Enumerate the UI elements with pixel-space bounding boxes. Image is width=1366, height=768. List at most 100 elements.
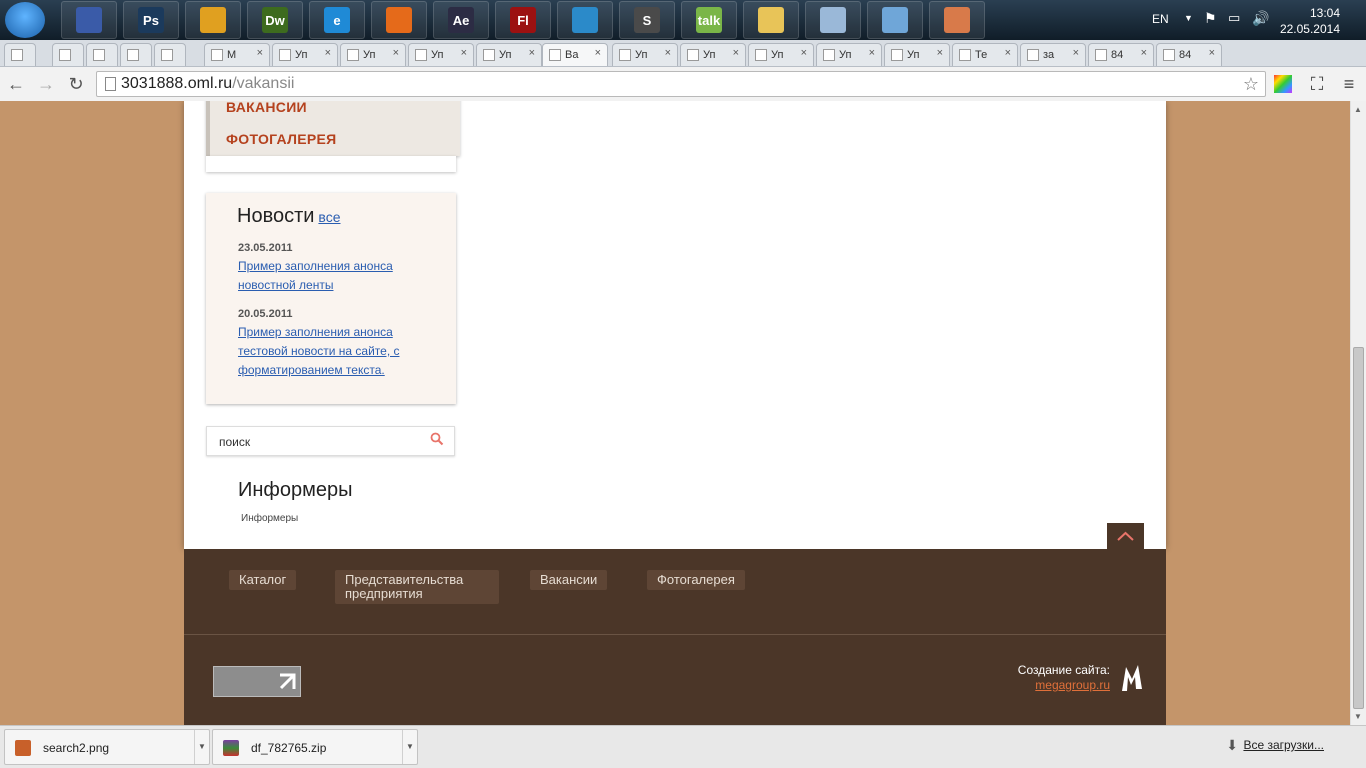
- screen-capture-icon[interactable]: ⛶: [1306, 73, 1328, 95]
- network-icon[interactable]: ▭: [1228, 10, 1240, 26]
- download-item-2[interactable]: df_782765.zip ▼: [212, 729, 418, 765]
- scroll-to-top-button[interactable]: [1107, 523, 1144, 549]
- chrome-menu-icon[interactable]: ≡: [1338, 73, 1360, 95]
- search-input[interactable]: [217, 432, 421, 452]
- scroll-down-arrow-icon[interactable]: ▼: [1354, 712, 1362, 721]
- volume-icon[interactable]: 🔊: [1252, 10, 1269, 27]
- tab-close-icon[interactable]: ×: [801, 47, 807, 59]
- photoshop-app[interactable]: Ps: [123, 1, 179, 39]
- language-dropdown-icon[interactable]: ▼: [1184, 13, 1193, 23]
- url-path: /vakansii: [232, 75, 295, 92]
- download-item-1[interactable]: search2.png ▼: [4, 729, 210, 765]
- paint-app[interactable]: [929, 1, 985, 39]
- firefox-app[interactable]: [371, 1, 427, 39]
- tab-favicon-icon: [279, 49, 291, 61]
- browser-tab[interactable]: 84 ×: [1088, 43, 1154, 66]
- back-button[interactable]: ←: [4, 72, 28, 96]
- sublime-app[interactable]: S: [619, 1, 675, 39]
- browser-tab[interactable]: [4, 43, 36, 66]
- browser-tab[interactable]: Уп ×: [272, 43, 338, 66]
- language-indicator[interactable]: EN: [1152, 12, 1169, 26]
- explorer-app[interactable]: [743, 1, 799, 39]
- browser-tab[interactable]: [86, 43, 118, 66]
- news-link-2[interactable]: Пример заполнения анонса тестовой новост…: [238, 323, 428, 380]
- calculator-app[interactable]: [805, 1, 861, 39]
- menu-item-vacancies[interactable]: ВАКАНСИИ: [226, 101, 307, 115]
- browser-tab[interactable]: Ва ×: [542, 43, 608, 66]
- page-scrollbar[interactable]: ▲ ▼: [1350, 101, 1366, 725]
- all-downloads-link[interactable]: Все загрузки...: [1243, 738, 1324, 752]
- aftereffects-app[interactable]: Ae: [433, 1, 489, 39]
- reload-button[interactable]: ↻: [64, 72, 88, 96]
- browser-tab[interactable]: Уп ×: [884, 43, 950, 66]
- browser-tab[interactable]: Уп ×: [748, 43, 814, 66]
- tab-close-icon[interactable]: ×: [393, 47, 399, 59]
- credit-link[interactable]: megagroup.ru: [1035, 678, 1110, 692]
- tab-close-icon[interactable]: ×: [665, 47, 671, 59]
- tab-close-icon[interactable]: ×: [733, 47, 739, 59]
- clock[interactable]: 13:04 22.05.2014: [1280, 5, 1340, 37]
- news-all-link[interactable]: все: [318, 209, 340, 225]
- browser-tab[interactable]: Уп ×: [612, 43, 678, 66]
- tab-close-icon[interactable]: ×: [529, 47, 535, 59]
- footer-link-photogallery[interactable]: Фотогалерея: [647, 570, 745, 590]
- tab-close-icon[interactable]: ×: [1005, 47, 1011, 59]
- media-app-icon: [572, 7, 598, 33]
- browser-tab[interactable]: [120, 43, 152, 66]
- tab-close-icon[interactable]: ×: [461, 47, 467, 59]
- download-menu-1-icon[interactable]: ▼: [194, 730, 209, 764]
- footer-link-representatives[interactable]: Представительства предприятия: [335, 570, 499, 604]
- tab-close-icon[interactable]: ×: [325, 47, 331, 59]
- save-app[interactable]: [61, 1, 117, 39]
- save-app-icon: [76, 7, 102, 33]
- footer-link-catalog[interactable]: Каталог: [229, 570, 297, 590]
- news-link-1[interactable]: Пример заполнения анонса новостной ленты: [238, 257, 428, 295]
- tab-close-icon[interactable]: ×: [1073, 47, 1079, 59]
- dreamweaver-app[interactable]: Dw: [247, 1, 303, 39]
- start-button[interactable]: [5, 2, 45, 38]
- search-icon[interactable]: [430, 432, 444, 446]
- tab-close-icon[interactable]: ×: [1141, 47, 1147, 59]
- browser-tab[interactable]: 84 ×: [1156, 43, 1222, 66]
- bookmark-star-icon[interactable]: ☆: [1243, 72, 1259, 96]
- talk-app-icon: talk: [696, 7, 722, 33]
- credit-label: Создание сайта:: [1017, 663, 1110, 677]
- chrome-app[interactable]: [185, 1, 241, 39]
- tab-close-icon[interactable]: ×: [937, 47, 943, 59]
- flag-icon[interactable]: ⚑: [1204, 10, 1217, 27]
- menu-item-photogallery[interactable]: ФОТОГАЛЕРЕЯ: [226, 131, 336, 147]
- browser-tab[interactable]: [154, 43, 186, 66]
- talk-app[interactable]: talk: [681, 1, 737, 39]
- tab-close-icon[interactable]: ×: [869, 47, 875, 59]
- paint-app-icon: [944, 7, 970, 33]
- browser-tab[interactable]: Уп ×: [476, 43, 542, 66]
- browser-tab[interactable]: за ×: [1020, 43, 1086, 66]
- browser-tab[interactable]: Те ×: [952, 43, 1018, 66]
- tab-favicon-icon: [549, 49, 561, 61]
- color-extension-icon[interactable]: [1274, 75, 1292, 93]
- scroll-thumb[interactable]: [1353, 347, 1364, 709]
- page-icon: [105, 77, 116, 91]
- download-menu-2-icon[interactable]: ▼: [402, 730, 417, 764]
- flash-app[interactable]: Fl: [495, 1, 551, 39]
- browser-tab[interactable]: Уп ×: [340, 43, 406, 66]
- notepad-app[interactable]: [867, 1, 923, 39]
- counter-widget[interactable]: [213, 666, 301, 697]
- footer-link-vacancies[interactable]: Вакансии: [530, 570, 608, 590]
- browser-tab[interactable]: Уп ×: [408, 43, 474, 66]
- tab-title: Уп: [499, 49, 512, 61]
- media-app[interactable]: [557, 1, 613, 39]
- tab-close-icon[interactable]: ×: [1209, 47, 1215, 59]
- site-search: [206, 426, 455, 456]
- browser-tab[interactable]: [52, 43, 84, 66]
- address-bar[interactable]: 3031888.oml.ru/vakansii ☆: [96, 71, 1266, 97]
- tab-close-icon[interactable]: ×: [257, 47, 263, 59]
- scroll-up-arrow-icon[interactable]: ▲: [1354, 105, 1362, 114]
- megagroup-logo-icon[interactable]: [1118, 661, 1146, 695]
- browser-tab[interactable]: M ×: [204, 43, 270, 66]
- browser-tab[interactable]: Уп ×: [680, 43, 746, 66]
- browser-tab[interactable]: Уп ×: [816, 43, 882, 66]
- tab-close-icon[interactable]: ×: [595, 47, 601, 59]
- ie-app[interactable]: e: [309, 1, 365, 39]
- forward-button[interactable]: →: [34, 72, 58, 96]
